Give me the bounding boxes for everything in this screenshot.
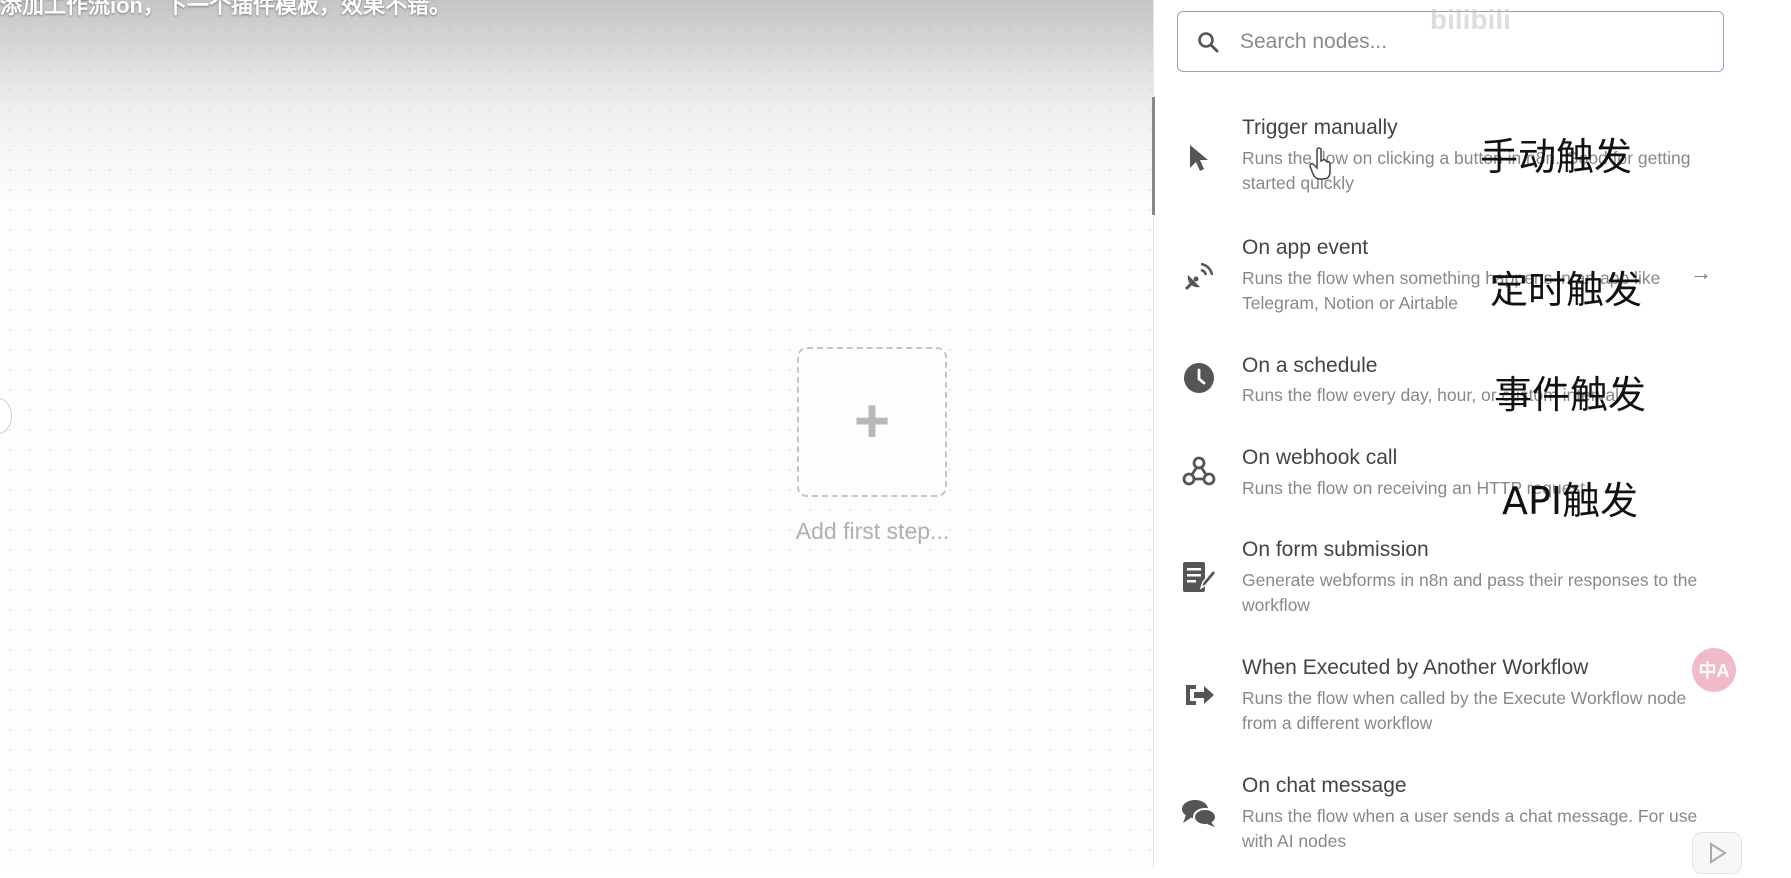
overlay-manual-trigger: 手动触发 [1480, 135, 1633, 179]
right-edge-strip [1748, 0, 1791, 867]
node-item-on-app-event[interactable]: On app event Runs the flow when somethin… [1155, 220, 1745, 320]
node-description: Runs the flow when something happens in … [1242, 268, 1661, 313]
node-title: On form submission [1242, 538, 1429, 561]
satellite-icon [1179, 256, 1219, 296]
video-title: 添加工作流ion，下一个插件模板，效果不错。 [0, 0, 451, 18]
node-item-executed-by-another-workflow[interactable]: When Executed by Another Workflow Runs t… [1155, 643, 1745, 743]
search-icon [1198, 31, 1219, 52]
webhook-icon [1179, 451, 1219, 491]
node-title: On app event [1242, 236, 1369, 259]
node-title: On chat message [1242, 774, 1407, 797]
sign-in-icon [1179, 675, 1219, 715]
play-icon [1710, 842, 1727, 864]
node-description: Generate webforms in n8n and pass their … [1242, 570, 1698, 615]
workflow-canvas[interactable] [0, 0, 1155, 867]
arrow-right-icon: → [1690, 260, 1712, 285]
overlay-event-trigger: 事件触发 [1494, 373, 1647, 417]
node-description: Runs the flow on receiving an HTTP reque… [1242, 478, 1586, 498]
play-button[interactable] [1692, 832, 1742, 874]
add-first-step-label: Add first step... [795, 518, 950, 544]
node-description: Runs the flow when called by the Execute… [1242, 688, 1687, 733]
node-title: Trigger manually [1242, 116, 1398, 139]
overlay-api-trigger: API触发 [1502, 479, 1639, 523]
form-icon [1179, 557, 1219, 597]
node-item-on-a-schedule[interactable]: On a schedule Runs the flow every day, h… [1155, 340, 1745, 420]
hand-cursor-icon [1309, 147, 1331, 180]
translate-button[interactable]: 中A [1692, 648, 1736, 692]
chat-icon [1179, 793, 1219, 833]
node-description: Runs the flow when a user sends a chat m… [1242, 806, 1698, 851]
clock-icon [1179, 358, 1219, 398]
node-item-trigger-manually[interactable]: Trigger manually Runs the flow on clicki… [1155, 100, 1745, 210]
node-title: When Executed by Another Workflow [1242, 656, 1589, 679]
node-item-on-webhook-call[interactable]: On webhook call Runs the flow on receivi… [1155, 433, 1745, 513]
pointer-icon [1179, 138, 1219, 178]
node-title: On webhook call [1242, 446, 1398, 469]
node-title: On a schedule [1242, 354, 1378, 377]
node-item-on-form-submission[interactable]: On form submission Generate webforms in … [1155, 525, 1745, 625]
overlay-timed-trigger: 定时触发 [1490, 268, 1643, 312]
plus-icon: + [853, 387, 891, 456]
watermark: bilibili [1430, 4, 1511, 35]
node-description: Runs the flow every day, hour, or custom… [1242, 385, 1620, 405]
add-first-step-button[interactable]: + [797, 347, 947, 497]
node-item-on-chat-message[interactable]: On chat message Runs the flow when a use… [1155, 761, 1745, 861]
